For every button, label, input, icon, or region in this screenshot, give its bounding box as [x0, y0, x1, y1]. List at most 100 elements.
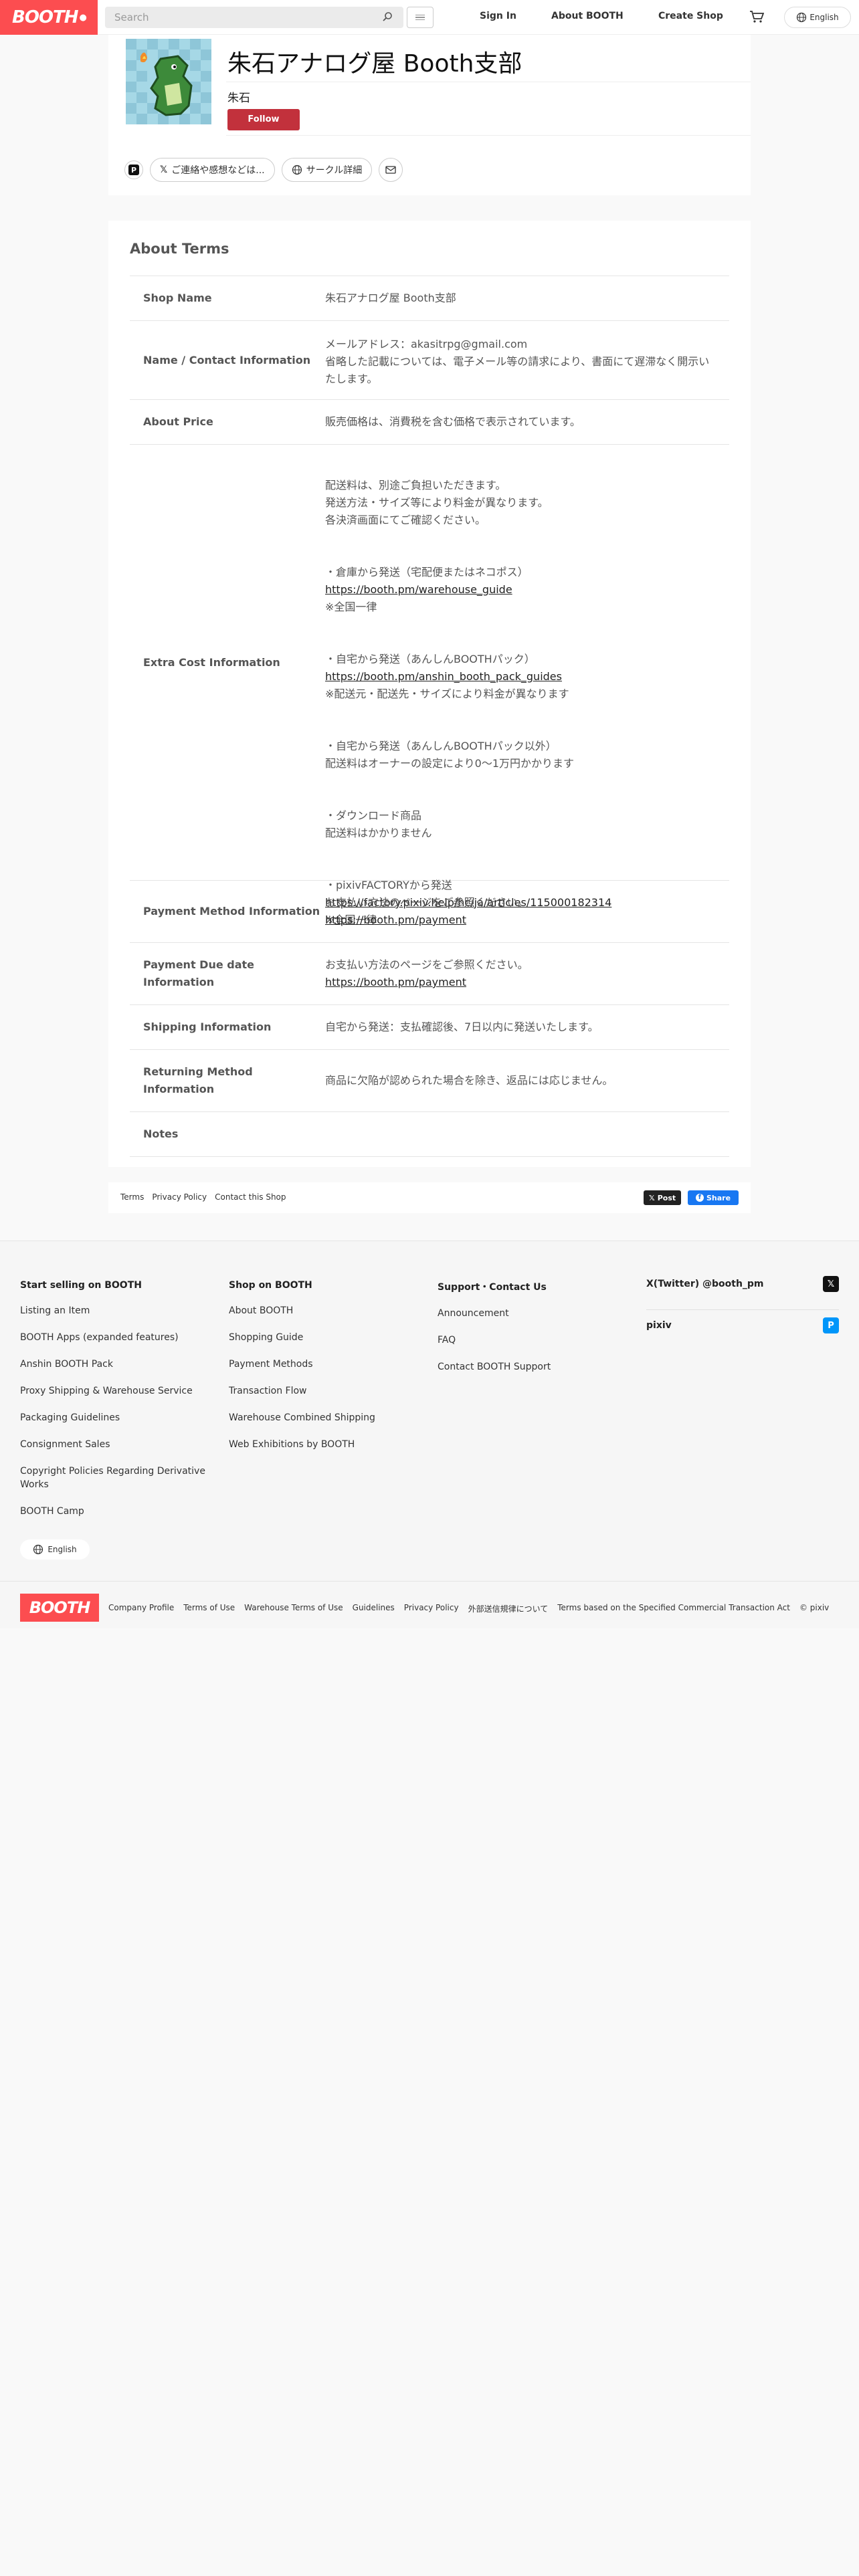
footer-link[interactable]: Copyright Policies Regarding Derivative …: [20, 1465, 214, 1491]
booth-logo[interactable]: BOOTH ●: [0, 0, 98, 35]
footer-link[interactable]: Contact BOOTH Support: [438, 1360, 632, 1374]
privacy-policy-link[interactable]: Privacy Policy: [404, 1603, 459, 1614]
sign-in-link[interactable]: Sign In: [480, 11, 516, 21]
row-value: メールアドレス：akasitrpg@gmail.com 省略した記載については、…: [325, 338, 710, 385]
row-value: 商品に欠陥が認められた場合を除き、返品には応じません。: [325, 1074, 613, 1087]
twitter-contact-pill[interactable]: 𝕏 ご連絡や感想などは...: [150, 158, 275, 182]
divider: [226, 135, 751, 136]
pixiv-icon: P: [823, 1317, 839, 1333]
mail-button[interactable]: [379, 158, 403, 182]
warehouse-terms-link[interactable]: Warehouse Terms of Use: [244, 1603, 343, 1614]
footer-link[interactable]: Consignment Sales: [20, 1438, 214, 1451]
footer-link[interactable]: Listing an Item: [20, 1304, 214, 1317]
circle-pill-label: サークル詳細: [306, 165, 363, 176]
footer-language-button[interactable]: English: [20, 1539, 90, 1560]
pixiv-label: pixiv: [646, 1320, 672, 1331]
search-input[interactable]: [114, 11, 369, 23]
company-profile-link[interactable]: Company Profile: [108, 1603, 174, 1614]
footer-link[interactable]: Anshin BOOTH Pack: [20, 1358, 214, 1371]
row-value: お支払い方法のページをご参照ください。 https://booth.pm/paym…: [325, 881, 729, 942]
footer-link[interactable]: BOOTH Camp: [20, 1505, 214, 1518]
row-label: Payment Method Information: [143, 905, 320, 918]
external-transmission-link[interactable]: 外部送信規律について: [468, 1603, 549, 1614]
payment-link[interactable]: https://booth.pm/payment: [325, 914, 466, 926]
globe-icon: [33, 1544, 43, 1555]
footer-link[interactable]: Proxy Shipping & Warehouse Service: [20, 1384, 214, 1398]
table-row: Returning Method Information 商品に欠陥が認められた…: [130, 1050, 729, 1112]
pixiv-link-button[interactable]: P: [124, 160, 143, 179]
shop-footer-links: Terms Privacy Policy Contact this Shop: [120, 1192, 286, 1202]
anshin-pack-guide-link[interactable]: https://booth.pm/anshin_booth_pack_guide…: [325, 670, 562, 683]
twitter-social-row[interactable]: X(Twitter) @booth_pm 𝕏: [646, 1276, 839, 1292]
extra-cost-text: ※全国一律: [325, 601, 377, 613]
circle-detail-pill[interactable]: サークル詳細: [281, 158, 373, 182]
footer-link[interactable]: Payment Methods: [229, 1358, 423, 1371]
search-icon[interactable]: [382, 11, 393, 22]
table-row: Notes: [130, 1112, 729, 1157]
copyright-text: © pixiv: [799, 1603, 830, 1612]
about-booth-link[interactable]: About BOOTH: [551, 11, 624, 21]
shop-owner-name[interactable]: 朱石: [227, 88, 250, 105]
extra-cost-block: ・自宅から発送（あんしんBOOTHパック） https://booth.pm/an…: [325, 651, 716, 703]
facebook-share-button[interactable]: f Share: [688, 1190, 739, 1205]
footer-link[interactable]: Shopping Guide: [229, 1331, 423, 1344]
table-row: Shop Name 朱石アナログ屋 Booth支部: [130, 276, 729, 321]
footer-link[interactable]: Transaction Flow: [229, 1384, 423, 1398]
row-value: 朱石アナログ屋 Booth支部: [325, 292, 456, 304]
row-label: Payment Due date Information: [143, 958, 255, 988]
payment-link[interactable]: https://booth.pm/payment: [325, 976, 466, 988]
cart-icon[interactable]: [749, 9, 764, 24]
hamburger-icon: [415, 13, 425, 22]
follow-button[interactable]: Follow: [227, 109, 300, 130]
mail-icon: [385, 166, 396, 174]
footer-link[interactable]: About BOOTH: [229, 1304, 423, 1317]
commercial-transaction-act-link[interactable]: Terms based on the Specified Commercial …: [557, 1603, 790, 1614]
terms-link[interactable]: Terms: [120, 1192, 144, 1202]
payment-text: お支払い方法のページをご参照ください。: [325, 896, 529, 909]
footer-link[interactable]: Announcement: [438, 1307, 632, 1320]
row-value: 配送料は、別途ご負担いただきます。 発送方法・サイズ等により料金が異なります。 …: [325, 445, 729, 926]
x-icon: 𝕏: [648, 1193, 655, 1202]
globe-icon: [797, 12, 807, 23]
row-label: Shipping Information: [143, 1021, 272, 1033]
payment-due-text: お支払い方法のページをご参照ください。: [325, 958, 529, 971]
shop-header-card: 朱石アナログ屋 Booth支部 朱石 Follow P 𝕏 ご連絡や感想などは.…: [108, 35, 751, 195]
row-label: Name / Contact Information: [143, 353, 311, 366]
row-label: Returning Method Information: [143, 1065, 253, 1095]
row-label: Shop Name: [143, 292, 212, 304]
row-label: About Price: [143, 415, 213, 428]
booth-footer-logo[interactable]: BOOTH: [20, 1594, 99, 1622]
row-value: [325, 1112, 729, 1156]
footer-column-shop: Shop on BOOTH About BOOTH Shopping Guide…: [229, 1280, 423, 1465]
language-button[interactable]: English: [784, 7, 851, 28]
privacy-policy-link[interactable]: Privacy Policy: [152, 1192, 207, 1202]
top-header: BOOTH● Sign In About BOOTH Create Shop E…: [0, 0, 859, 35]
language-label: English: [47, 1545, 77, 1554]
share-bar: Terms Privacy Policy Contact this Shop 𝕏…: [108, 1182, 751, 1213]
post-label: Post: [657, 1193, 676, 1202]
terms-of-use-link[interactable]: Terms of Use: [183, 1603, 235, 1614]
footer-link[interactable]: FAQ: [438, 1333, 632, 1347]
guidelines-link[interactable]: Guidelines: [353, 1603, 395, 1614]
extra-cost-text: ・自宅から発送（あんしんBOOTHパック以外） 配送料はオーナーの設定により0〜…: [325, 740, 575, 770]
pixiv-social-row[interactable]: pixiv P: [646, 1317, 839, 1333]
footer-link[interactable]: BOOTH Apps (expanded features): [20, 1331, 214, 1344]
create-shop-link[interactable]: Create Shop: [658, 11, 723, 21]
warehouse-guide-link[interactable]: https://booth.pm/warehouse_guide: [325, 583, 512, 596]
table-row: About Price 販売価格は、消費税を含む価格で表示されています。: [130, 400, 729, 445]
footer-column-title: Shop on BOOTH: [229, 1280, 312, 1291]
shop-title: 朱石アナログ屋 Booth支部: [227, 50, 522, 78]
terms-card: About Terms Shop Name 朱石アナログ屋 Booth支部 Na…: [108, 221, 751, 1167]
contact-shop-link[interactable]: Contact this Shop: [215, 1192, 286, 1202]
footer-link[interactable]: Web Exhibitions by BOOTH: [229, 1438, 423, 1451]
footer-link[interactable]: Packaging Guidelines: [20, 1411, 214, 1424]
x-icon: 𝕏: [823, 1276, 839, 1292]
x-post-button[interactable]: 𝕏 Post: [644, 1190, 681, 1205]
dragon-avatar-icon: [126, 39, 211, 124]
menu-button[interactable]: [407, 7, 434, 28]
globe-icon: [292, 165, 302, 175]
footer-bottom-links: Company Profile Terms of Use Warehouse T…: [108, 1603, 829, 1614]
search-box[interactable]: [105, 7, 403, 28]
footer-link[interactable]: Warehouse Combined Shipping: [229, 1411, 423, 1424]
footer-column-title: Support・Contact Us: [438, 1282, 547, 1293]
